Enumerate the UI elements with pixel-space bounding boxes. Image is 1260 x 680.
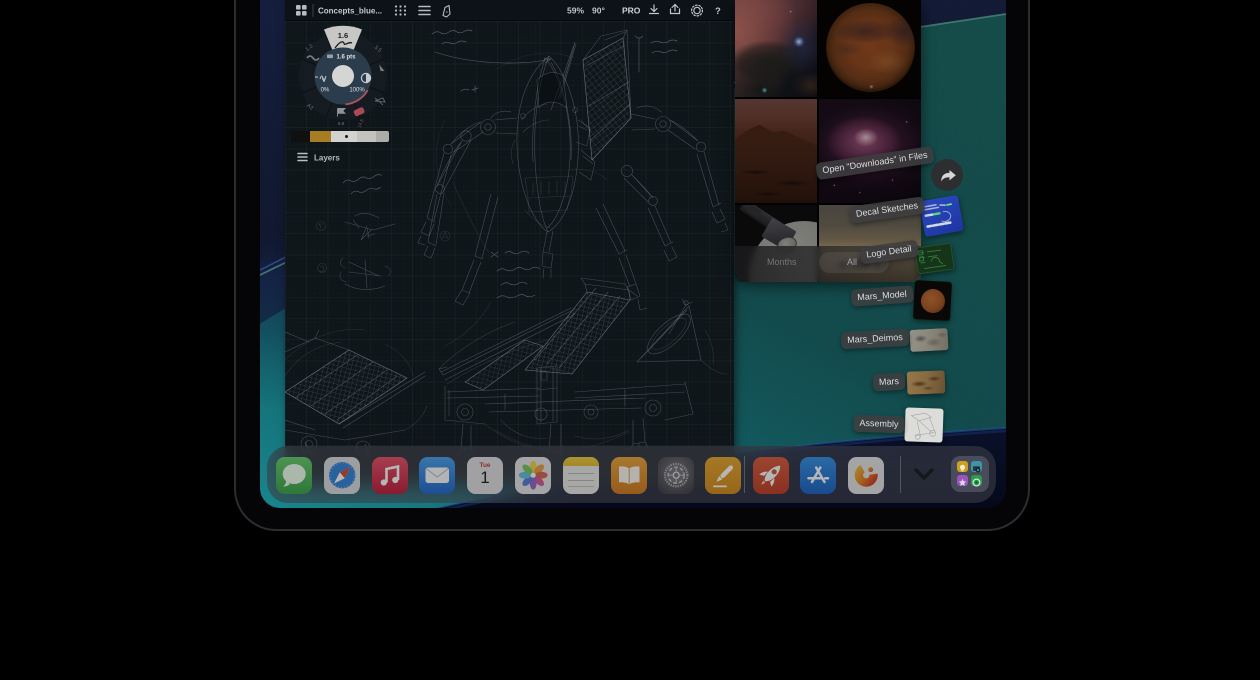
svg-text:59%: 59%: [567, 6, 584, 16]
svg-text:?: ?: [715, 6, 721, 17]
svg-text:14.5: 14.5: [357, 118, 365, 129]
svg-text:PRO: PRO: [622, 6, 641, 16]
svg-text:100%: 100%: [349, 88, 365, 94]
svg-text:0%: 0%: [321, 88, 330, 94]
svg-text:6.8: 6.8: [338, 121, 345, 126]
svg-text:90°: 90°: [592, 6, 605, 16]
svg-text:1.6: 1.6: [338, 31, 348, 40]
svg-text:Concepts_blue...: Concepts_blue...: [318, 7, 382, 16]
svg-text:Layers: Layers: [314, 154, 340, 163]
svg-text:1.6 pts: 1.6 pts: [336, 55, 356, 61]
